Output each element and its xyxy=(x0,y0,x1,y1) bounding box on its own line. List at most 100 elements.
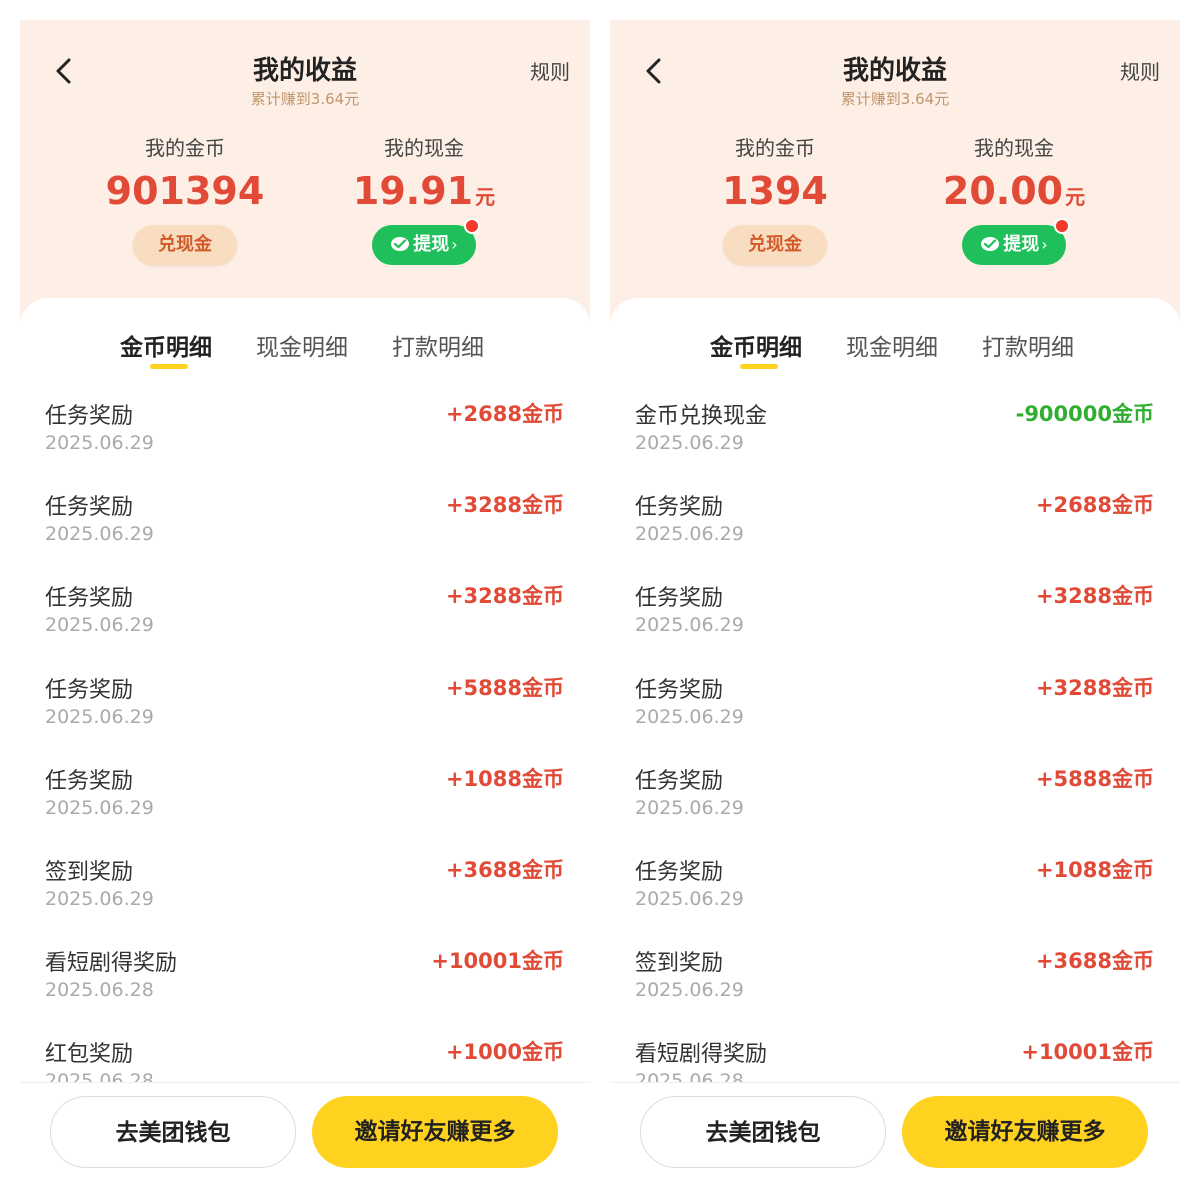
record-name: 签到奖励 xyxy=(635,951,724,977)
coin-value: 1394 xyxy=(722,169,828,213)
footer-divider xyxy=(20,1082,590,1083)
record-date: 2025.06.29 xyxy=(45,432,154,454)
record-name: 签到奖励 xyxy=(45,859,134,885)
record-name: 任务奖励 xyxy=(45,586,134,612)
record-date: 2025.06.29 xyxy=(45,705,154,728)
record-amount: +3288金币 xyxy=(445,493,564,518)
list-item: 签到奖励 2025.06.29 +3688金币 xyxy=(20,844,590,935)
list-item: 任务奖励 2025.06.29 +3288金币 xyxy=(20,570,590,661)
coin-label: 我的金币 xyxy=(735,136,815,160)
record-amount: +3288金币 xyxy=(445,584,564,609)
record-name: 任务奖励 xyxy=(45,404,134,429)
invite-friends-button[interactable]: 邀请好友赚更多 xyxy=(902,1096,1148,1168)
record-amount: +1088金币 xyxy=(1035,857,1154,882)
record-name: 任务奖励 xyxy=(635,677,724,703)
page-title: 我的收益 xyxy=(252,56,357,86)
record-date: 2025.06.29 xyxy=(635,523,744,546)
record-name: 看短剧得奖励 xyxy=(635,1042,768,1068)
record-date: 2025.06.29 xyxy=(635,796,744,819)
invite-friends-button[interactable]: 邀请好友赚更多 xyxy=(312,1096,558,1168)
record-name: 任务奖励 xyxy=(635,495,724,521)
record-name: 任务奖励 xyxy=(635,768,724,794)
exchange-cash-button[interactable]: 兑现金 xyxy=(723,225,827,265)
list-item: 任务奖励 2025.06.29 +3288金币 xyxy=(610,662,1180,753)
record-name: 任务奖励 xyxy=(635,586,724,612)
tab-cash-detail[interactable]: 现金明细 xyxy=(256,328,348,362)
record-amount: +3288金币 xyxy=(1035,675,1154,700)
coin-label: 我的金币 xyxy=(145,136,225,160)
rules-link[interactable]: 规则 xyxy=(1120,56,1160,85)
detail-tabs: 金币明细 现金明细 打款明细 xyxy=(610,328,1180,378)
cash-value: 20.00 xyxy=(942,169,1064,213)
coin-value: 901394 xyxy=(105,169,265,213)
list-item: 任务奖励 2025.06.29 +1088金币 xyxy=(610,844,1180,935)
list-item: 任务奖励 2025.06.29 +1088金币 xyxy=(20,753,590,844)
cash-value-line: 19.91 元 xyxy=(314,169,534,213)
withdraw-button[interactable]: 提现 › xyxy=(962,225,1066,265)
cash-value-line: 20.00 元 xyxy=(904,169,1124,213)
coin-record-list[interactable]: 任务奖励 2025.06.29 +2688金币 任务奖励 2025.06.29 … xyxy=(20,388,590,1082)
cash-unit: 元 xyxy=(475,185,496,209)
record-date: 2025.06.29 xyxy=(45,523,154,546)
earnings-screen-after: 我的收益 累计赚到3.64元 规则 我的金币 1394 我的现金 20.00 元 … xyxy=(610,20,1180,1185)
meituan-wallet-button[interactable]: 去美团钱包 xyxy=(640,1096,886,1168)
coin-balance: 我的金币 901394 xyxy=(75,132,295,213)
tab-coin-detail[interactable]: 金币明细 xyxy=(120,328,212,362)
record-name: 任务奖励 xyxy=(635,859,724,885)
tab-payout-detail[interactable]: 打款明细 xyxy=(982,328,1074,362)
record-date: 2025.06.28 xyxy=(45,1070,154,1082)
exchange-cash-button[interactable]: 兑现金 xyxy=(133,225,237,265)
record-amount: +5888金币 xyxy=(445,675,564,700)
record-name: 任务奖励 xyxy=(45,677,134,703)
earnings-screen-before: 我的收益 累计赚到3.64元 规则 我的金币 901394 我的现金 19.91… xyxy=(20,20,590,1185)
record-date: 2025.06.28 xyxy=(45,979,154,1002)
record-date: 2025.06.29 xyxy=(635,887,744,910)
record-date: 2025.06.29 xyxy=(635,705,744,728)
meituan-wallet-button[interactable]: 去美团钱包 xyxy=(50,1096,296,1168)
tab-cash-detail[interactable]: 现金明细 xyxy=(846,328,938,362)
record-name: 红包奖励 xyxy=(45,1042,134,1068)
record-amount: +3288金币 xyxy=(1035,584,1154,609)
detail-tabs: 金币明细 现金明细 打款明细 xyxy=(20,328,590,378)
list-item: 金币兑换现金 2025.06.29 -900000金币 xyxy=(610,388,1180,479)
wechat-icon xyxy=(981,236,1000,251)
record-amount: +1088金币 xyxy=(445,766,564,791)
record-name: 看短剧得奖励 xyxy=(45,951,178,977)
record-amount: +10001金币 xyxy=(1021,1040,1154,1065)
list-item: 看短剧得奖励 2025.06.28 +10001金币 xyxy=(610,1026,1180,1082)
chevron-right-icon: › xyxy=(451,235,458,254)
record-date: 2025.06.28 xyxy=(635,1070,744,1082)
total-earned: 累计赚到3.64元 xyxy=(250,90,360,108)
total-earned: 累计赚到3.64元 xyxy=(840,90,950,108)
list-item: 任务奖励 2025.06.29 +5888金币 xyxy=(20,662,590,753)
active-tab-indicator xyxy=(150,364,188,369)
coin-record-list[interactable]: 金币兑换现金 2025.06.29 -900000金币 任务奖励 2025.06… xyxy=(610,388,1180,1082)
record-date: 2025.06.29 xyxy=(635,432,744,454)
list-item: 红包奖励 2025.06.28 +1000金币 xyxy=(20,1026,590,1082)
list-item: 任务奖励 2025.06.29 +3288金币 xyxy=(610,570,1180,661)
record-amount: +5888金币 xyxy=(1035,766,1154,791)
record-date: 2025.06.29 xyxy=(45,887,154,910)
active-tab-indicator xyxy=(740,364,778,369)
tab-payout-detail[interactable]: 打款明细 xyxy=(392,328,484,362)
record-date: 2025.06.29 xyxy=(635,979,744,1002)
withdraw-label: 提现 xyxy=(1003,234,1040,255)
cash-label: 我的现金 xyxy=(974,136,1054,160)
rules-link[interactable]: 规则 xyxy=(530,56,570,85)
coin-balance: 我的金币 1394 xyxy=(665,132,885,213)
cash-value: 19.91 xyxy=(352,169,474,213)
tab-coin-detail[interactable]: 金币明细 xyxy=(710,328,802,362)
list-item: 任务奖励 2025.06.29 +5888金币 xyxy=(610,753,1180,844)
cash-balance: 我的现金 19.91 元 xyxy=(314,132,534,213)
footer-divider xyxy=(610,1082,1180,1083)
record-amount: +10001金币 xyxy=(431,949,564,974)
record-amount: +3688金币 xyxy=(445,857,564,882)
withdraw-button[interactable]: 提现 › xyxy=(372,225,476,265)
record-name: 金币兑换现金 xyxy=(635,404,768,429)
list-item: 签到奖励 2025.06.29 +3688金币 xyxy=(610,935,1180,1026)
wechat-icon xyxy=(391,236,410,251)
list-item: 任务奖励 2025.06.29 +2688金币 xyxy=(20,388,590,479)
record-date: 2025.06.29 xyxy=(45,614,154,637)
record-amount: -900000金币 xyxy=(1015,402,1154,426)
record-date: 2025.06.29 xyxy=(45,796,154,819)
